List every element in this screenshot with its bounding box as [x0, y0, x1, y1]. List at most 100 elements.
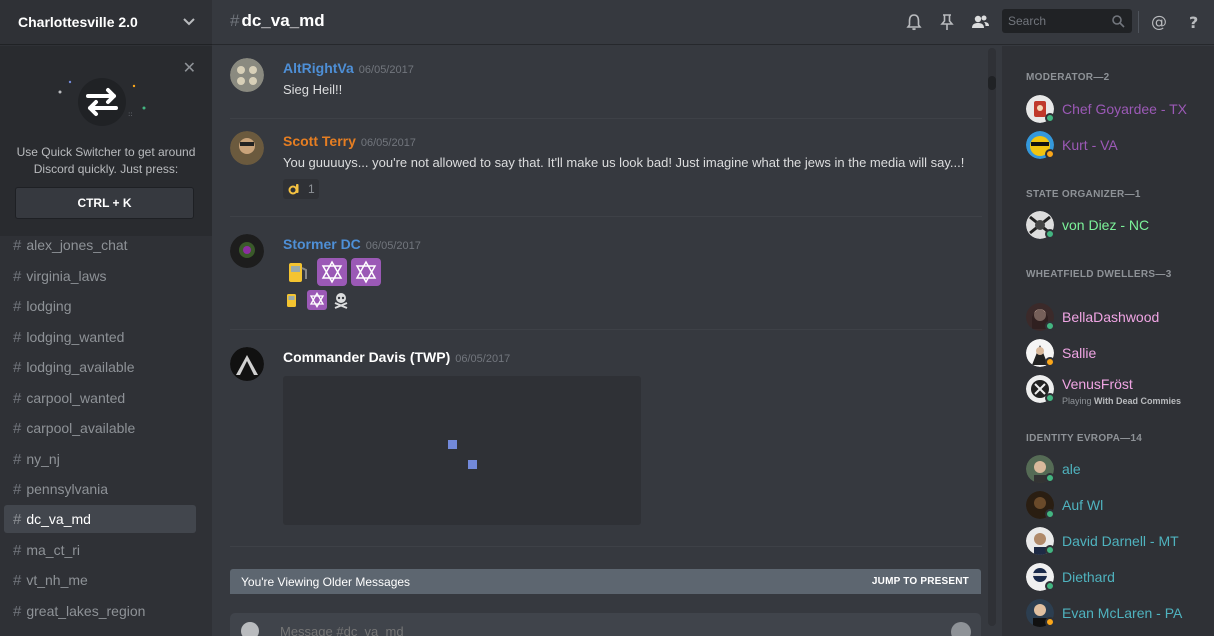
search-icon[interactable]	[1111, 14, 1125, 28]
author-name[interactable]: Stormer DC	[283, 236, 361, 252]
older-messages-bar: You're Viewing Older Messages JUMP TO PR…	[230, 569, 981, 594]
hash-icon: #	[13, 450, 22, 468]
avatar[interactable]	[230, 234, 264, 268]
author-name[interactable]: Commander Davis (TWP)	[283, 349, 450, 365]
hash-icon: #	[13, 297, 22, 315]
hash-icon: #	[13, 571, 22, 589]
status-idle-indicator	[1045, 357, 1055, 367]
member-item[interactable]: Auf Wl	[1026, 489, 1206, 521]
member-item[interactable]: ale	[1026, 453, 1206, 485]
message-input[interactable]	[280, 624, 880, 636]
channel-label: lodging_wanted	[26, 329, 125, 345]
member-item[interactable]: von Diez - NC	[1026, 209, 1206, 241]
hash-icon: #	[13, 358, 22, 376]
message-author[interactable]: Stormer DC 06/05/2017	[283, 236, 421, 252]
message-text: You guuuuys... you're not allowed to say…	[283, 155, 965, 170]
svg-text:?: ?	[1189, 13, 1198, 32]
channel-label: carpool_available	[26, 420, 136, 436]
channel-ny-nj[interactable]: # ny_nj	[4, 445, 196, 473]
channel-ma-ct-ri[interactable]: # ma_ct_ri	[4, 536, 196, 564]
author-name[interactable]: AltRightVa	[283, 60, 354, 76]
chevron-down-icon[interactable]	[182, 14, 196, 28]
member-group-title: IDENTITY EVROPA—14	[1026, 433, 1143, 444]
member-item[interactable]: Sallie	[1026, 337, 1206, 369]
bell-icon[interactable]	[904, 12, 924, 32]
status-online-indicator	[1045, 581, 1055, 591]
search-input[interactable]: Search	[1008, 14, 1046, 28]
ok-hand-icon	[288, 184, 299, 195]
quick-switcher-arrows-icon: ::	[58, 78, 146, 126]
jump-to-present-button[interactable]: JUMP TO PRESENT	[872, 576, 969, 587]
member-item[interactable]: Chef Goyardee - TX	[1026, 93, 1206, 125]
image-embed-placeholder[interactable]	[283, 376, 641, 525]
message-timestamp: 06/05/2017	[358, 64, 414, 76]
pin-icon[interactable]	[937, 12, 957, 32]
channel-lodging-wanted[interactable]: # lodging_wanted	[4, 323, 196, 351]
channel-label: carpool_wanted	[26, 390, 126, 406]
message-author[interactable]: AltRightVa 06/05/2017	[283, 60, 414, 76]
members-icon[interactable]	[970, 12, 990, 32]
channel-label: dc_va_md	[26, 511, 91, 527]
member-item[interactable]: Kurt - VA	[1026, 129, 1206, 161]
header-divider	[1138, 11, 1139, 33]
hash-icon: #	[230, 11, 240, 30]
reaction-button[interactable]: 1	[283, 179, 319, 199]
member-name: Diethard	[1062, 569, 1115, 585]
avatar[interactable]	[230, 131, 264, 165]
guild-header[interactable]: Charlottesville 2.0	[0, 0, 212, 45]
activity-game: With Dead Commies	[1094, 396, 1181, 406]
hash-icon: #	[13, 389, 22, 407]
status-online-indicator	[1045, 321, 1055, 331]
member-item[interactable]: David Darnell - MT	[1026, 525, 1206, 557]
upload-plus-icon[interactable]	[241, 622, 259, 636]
close-icon[interactable]: ✕	[183, 58, 196, 78]
star-of-david-icon	[307, 290, 327, 310]
message-scrollbar[interactable]	[988, 48, 996, 626]
member-item[interactable]: VenusFröst Playing With Dead Commies	[1026, 373, 1206, 406]
member-item[interactable]: BellaDashwood	[1026, 301, 1206, 333]
message-timestamp: 06/05/2017	[365, 240, 421, 252]
avatar[interactable]	[230, 58, 264, 92]
emoji-row	[283, 258, 381, 286]
channel-great-lakes-region[interactable]: # great_lakes_region	[4, 597, 196, 625]
channel-label: great_lakes_region	[26, 603, 146, 619]
member-group-title: STATE ORGANIZER—1	[1026, 189, 1141, 200]
channel-dc-va-md[interactable]: # dc_va_md	[4, 505, 196, 533]
member-activity: Playing With Dead Commies	[1062, 396, 1181, 406]
author-name[interactable]: Scott Terry	[283, 133, 356, 149]
guild-name: Charlottesville 2.0	[18, 14, 138, 30]
mention-icon[interactable]: @	[1149, 12, 1169, 32]
fuel-pump-icon	[283, 290, 303, 310]
channel-alex-jones-chat[interactable]: # alex_jones_chat	[4, 231, 196, 259]
channel-title: # dc_va_md	[230, 11, 325, 31]
message-author[interactable]: Commander Davis (TWP) 06/05/2017	[283, 349, 510, 365]
channel-lodging-available[interactable]: # lodging_available	[4, 353, 196, 381]
member-item[interactable]: Diethard	[1026, 561, 1206, 593]
quick-switcher-shortcut[interactable]: CTRL + K	[15, 187, 194, 219]
channel-carpool-available[interactable]: # carpool_available	[4, 414, 196, 442]
older-messages-text: You're Viewing Older Messages	[241, 575, 411, 589]
skull-crossbones-icon	[331, 290, 351, 310]
channel-carpool-wanted[interactable]: # carpool_wanted	[4, 384, 196, 412]
star-of-david-icon	[351, 258, 381, 286]
hash-icon: #	[13, 236, 22, 254]
avatar[interactable]	[230, 347, 264, 381]
scrollbar-thumb[interactable]	[988, 76, 996, 90]
search-box[interactable]: Search	[1002, 9, 1132, 33]
message-list: AltRightVa 06/05/2017 Sieg Heil!! Scott T…	[212, 46, 986, 566]
member-item[interactable]: Evan McLaren - PA	[1026, 597, 1206, 629]
hash-icon: #	[13, 541, 22, 559]
channel-pennsylvania[interactable]: # pennsylvania	[4, 475, 196, 503]
message-composer	[230, 613, 981, 636]
star-of-david-icon	[317, 258, 347, 286]
status-idle-indicator	[1045, 149, 1055, 159]
chat-header: # dc_va_md Search @ ?	[212, 0, 1214, 45]
message-divider	[230, 118, 982, 119]
channel-vt-nh-me[interactable]: # vt_nh_me	[4, 566, 196, 594]
message-author[interactable]: Scott Terry 06/05/2017	[283, 133, 416, 149]
status-online-indicator	[1045, 229, 1055, 239]
emoji-picker-icon[interactable]	[951, 622, 971, 636]
channel-lodging[interactable]: # lodging	[4, 292, 196, 320]
channel-virginia-laws[interactable]: # virginia_laws	[4, 262, 196, 290]
help-icon[interactable]: ?	[1184, 12, 1204, 32]
